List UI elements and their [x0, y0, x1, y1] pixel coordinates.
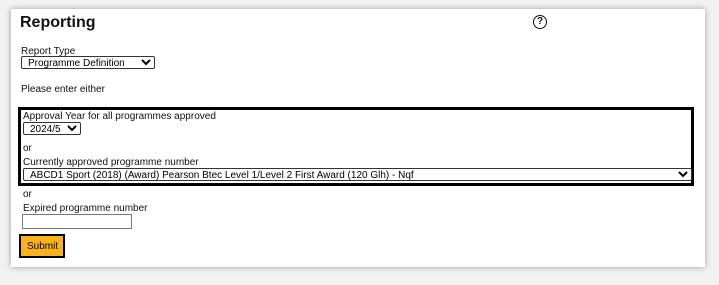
help-icon[interactable]: ?	[533, 15, 547, 29]
or-separator: or	[23, 143, 32, 154]
current-programme-select[interactable]: ABCD1 Sport (2018) (Award) Pearson Btec …	[23, 168, 692, 181]
approval-year-select[interactable]: 2024/5	[23, 122, 81, 135]
reporting-panel: Reporting ? Report Type Programme Defini…	[11, 9, 705, 267]
instruction-text: Please enter either	[21, 84, 105, 95]
expired-programme-input[interactable]	[22, 214, 132, 229]
submit-button[interactable]: Submit	[19, 234, 65, 258]
page-title: Reporting	[20, 14, 96, 31]
report-type-select[interactable]: Programme Definition	[21, 56, 155, 69]
or-separator: or	[23, 189, 32, 200]
